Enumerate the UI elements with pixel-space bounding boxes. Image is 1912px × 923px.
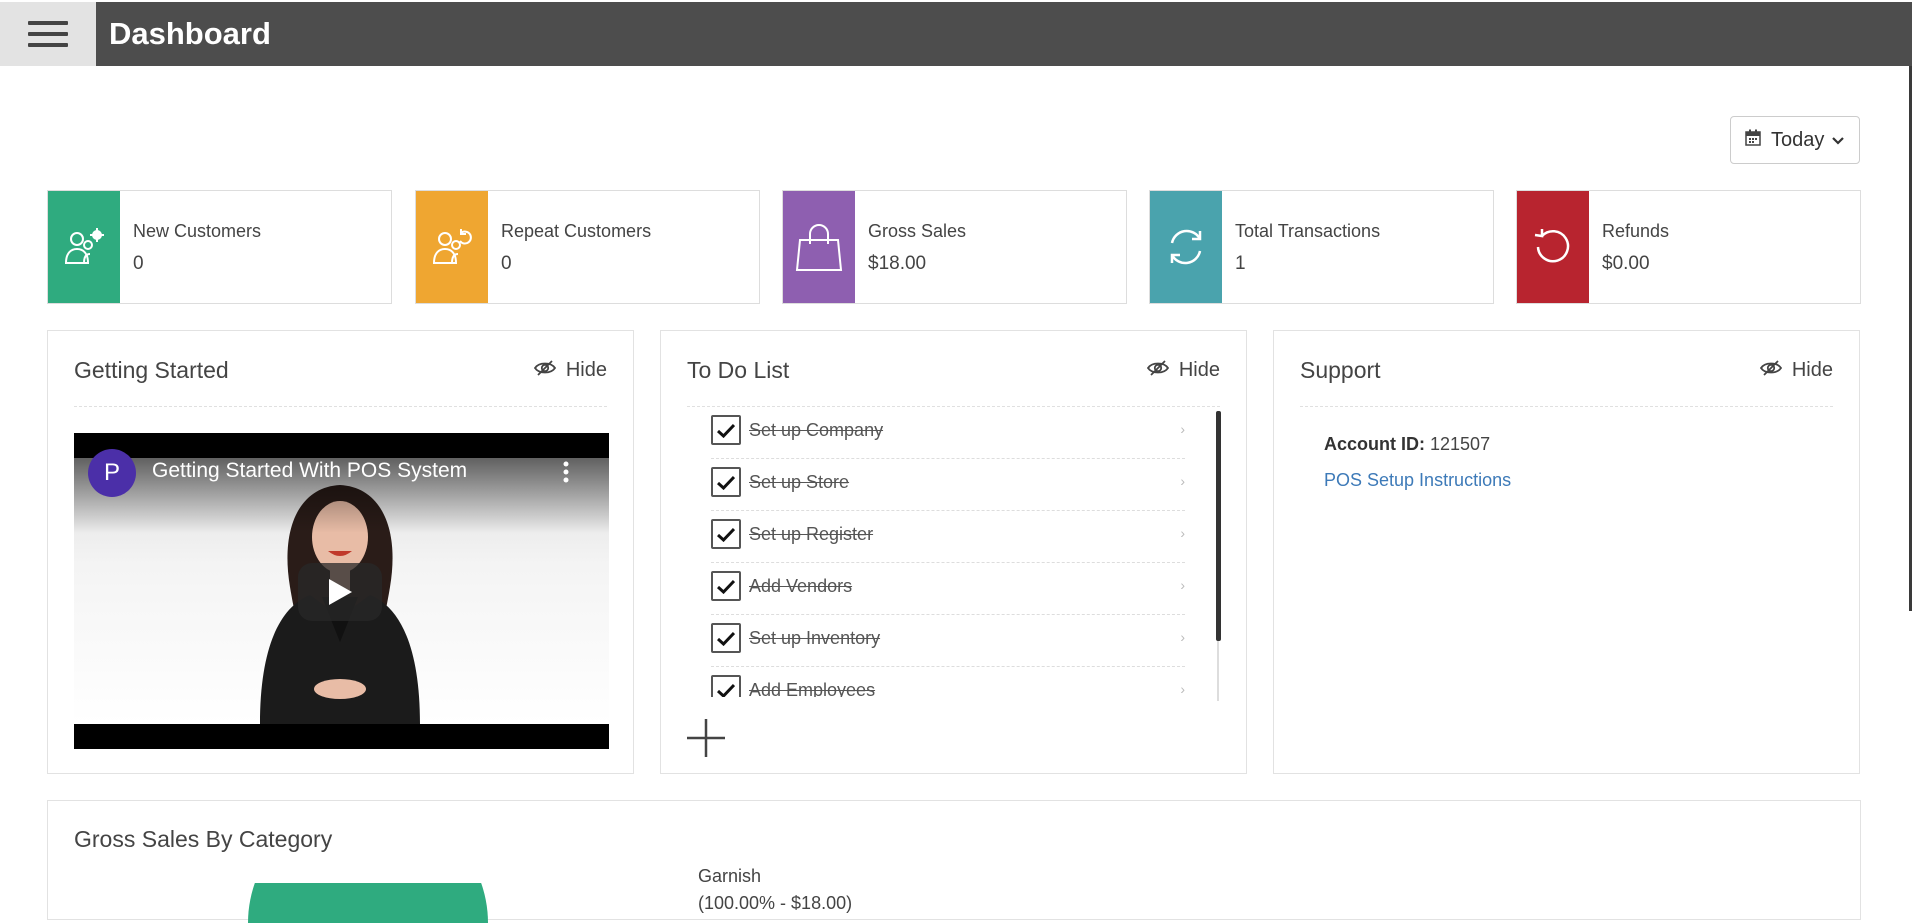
panel-title: Support — [1300, 357, 1381, 383]
plus-icon — [687, 719, 725, 757]
hide-label: Hide — [565, 359, 607, 381]
account-id: Account ID: 121507 — [1324, 434, 1490, 455]
todo-checkbox[interactable] — [711, 571, 741, 601]
stat-card-new-customers: New Customers 0 — [47, 190, 392, 304]
todo-item-set-up-register[interactable]: Set up Register › — [711, 511, 1185, 563]
pie-slice-garnish — [248, 883, 488, 923]
account-id-value: 121507 — [1430, 434, 1491, 454]
stat-label: Repeat Customers — [501, 221, 652, 241]
stat-value: 0 — [133, 253, 144, 274]
stat-label: Total Transactions — [1235, 221, 1381, 241]
hide-label: Hide — [1178, 359, 1220, 381]
hide-label: Hide — [1791, 359, 1833, 381]
check-icon — [717, 683, 735, 697]
chevron-right-icon: › — [1180, 421, 1185, 437]
top-bar: Dashboard — [0, 2, 1912, 66]
getting-started-panel: Getting Started Hide P Getting Started W… — [47, 330, 634, 774]
stat-value: $0.00 — [1602, 253, 1650, 274]
hamburger-menu-button[interactable] — [0, 2, 96, 66]
todo-item-add-vendors[interactable]: Add Vendors › — [711, 563, 1185, 615]
panel-title: Gross Sales By Category — [74, 826, 333, 852]
eye-slash-icon — [1146, 359, 1169, 382]
menu-line — [28, 32, 68, 36]
chevron-right-icon: › — [1180, 473, 1185, 489]
stat-label: Refunds — [1602, 221, 1670, 241]
check-icon — [717, 527, 735, 542]
eye-slash-icon — [1759, 359, 1782, 382]
check-icon — [717, 423, 735, 438]
todo-item-add-employees[interactable]: Add Employees › — [711, 667, 1185, 697]
panel-header: Support Hide — [1300, 331, 1833, 407]
stat-card-repeat-customers: Repeat Customers 0 — [415, 190, 760, 304]
panel-header: Getting Started Hide — [74, 331, 607, 407]
todo-item-set-up-company[interactable]: Set up Company › — [711, 407, 1185, 459]
todo-item-set-up-store[interactable]: Set up Store › — [711, 459, 1185, 511]
chevron-right-icon: › — [1180, 525, 1185, 541]
todo-item-set-up-inventory[interactable]: Set up Inventory › — [711, 615, 1185, 667]
legend-category-detail: (100.00% - $18.00) — [698, 893, 853, 913]
panel-header: To Do List Hide — [687, 331, 1220, 407]
sync-icon — [1150, 191, 1222, 303]
chevron-down-icon — [1832, 132, 1845, 148]
stat-card-gross-sales: Gross Sales $18.00 — [782, 190, 1127, 304]
stat-value: 0 — [501, 253, 512, 274]
menu-line — [28, 43, 68, 47]
chevron-right-icon: › — [1180, 577, 1185, 593]
check-icon — [717, 579, 735, 594]
todo-label: Add Vendors — [749, 576, 853, 596]
stat-value: 1 — [1235, 253, 1246, 274]
account-id-label: Account ID: — [1324, 434, 1425, 454]
todo-list: Set up Company › Set up Store › Set up R… — [687, 407, 1185, 697]
channel-avatar[interactable]: P — [88, 449, 136, 497]
page-title: Dashboard — [109, 16, 271, 51]
users-gear-icon — [48, 191, 120, 303]
stat-value: $18.00 — [868, 253, 927, 274]
date-range-dropdown[interactable]: Today — [1730, 116, 1860, 164]
todo-label: Set up Register — [749, 524, 874, 544]
todo-checkbox[interactable] — [711, 415, 741, 445]
hide-support-button[interactable]: Hide — [1759, 359, 1833, 382]
video-title[interactable]: Getting Started With POS System — [152, 459, 467, 483]
stat-card-refunds: Refunds $0.00 — [1516, 190, 1861, 304]
check-icon — [717, 475, 735, 490]
legend-category-name: Garnish — [698, 866, 762, 886]
todo-panel: To Do List Hide Set up Company › Set up … — [660, 330, 1247, 774]
stat-label: Gross Sales — [868, 221, 967, 241]
stat-card-total-transactions: Total Transactions 1 — [1149, 190, 1494, 304]
video-title-overlay — [74, 433, 609, 533]
date-range-label: Today — [1771, 128, 1825, 151]
panel-title: To Do List — [687, 357, 790, 383]
chevron-right-icon: › — [1180, 629, 1185, 645]
stat-label: New Customers — [133, 221, 262, 241]
category-pie-chart — [248, 883, 488, 923]
shopping-bag-icon — [783, 191, 855, 303]
calendar-icon — [1745, 129, 1761, 152]
pos-setup-instructions-link[interactable]: POS Setup Instructions — [1324, 470, 1511, 491]
todo-scrollbar-thumb[interactable] — [1216, 411, 1221, 641]
todo-label: Set up Store — [749, 472, 850, 492]
todo-checkbox[interactable] — [711, 675, 741, 697]
todo-checkbox[interactable] — [711, 467, 741, 497]
getting-started-video[interactable]: P Getting Started With POS System — [74, 433, 609, 749]
todo-label: Set up Inventory — [749, 628, 881, 648]
add-todo-button[interactable] — [685, 717, 727, 764]
refund-icon — [1517, 191, 1589, 303]
play-button[interactable] — [298, 563, 382, 621]
hide-todo-button[interactable]: Hide — [1146, 359, 1220, 382]
todo-checkbox[interactable] — [711, 519, 741, 549]
play-icon — [329, 579, 352, 605]
support-panel: Support Hide Account ID: 121507 POS Setu… — [1273, 330, 1860, 774]
chevron-right-icon: › — [1180, 681, 1185, 697]
todo-checkbox[interactable] — [711, 623, 741, 653]
menu-line — [28, 21, 68, 25]
hide-getting-started-button[interactable]: Hide — [533, 359, 607, 382]
panel-title: Getting Started — [74, 357, 229, 383]
gross-sales-by-category-panel: Gross Sales By Category Garnish (100.00%… — [47, 800, 1861, 923]
more-vert-icon[interactable] — [563, 461, 569, 483]
todo-label: Add Employees — [749, 680, 876, 697]
check-icon — [717, 631, 735, 646]
users-repeat-icon — [416, 191, 488, 303]
eye-slash-icon — [533, 359, 556, 382]
todo-label: Set up Company — [749, 420, 884, 440]
